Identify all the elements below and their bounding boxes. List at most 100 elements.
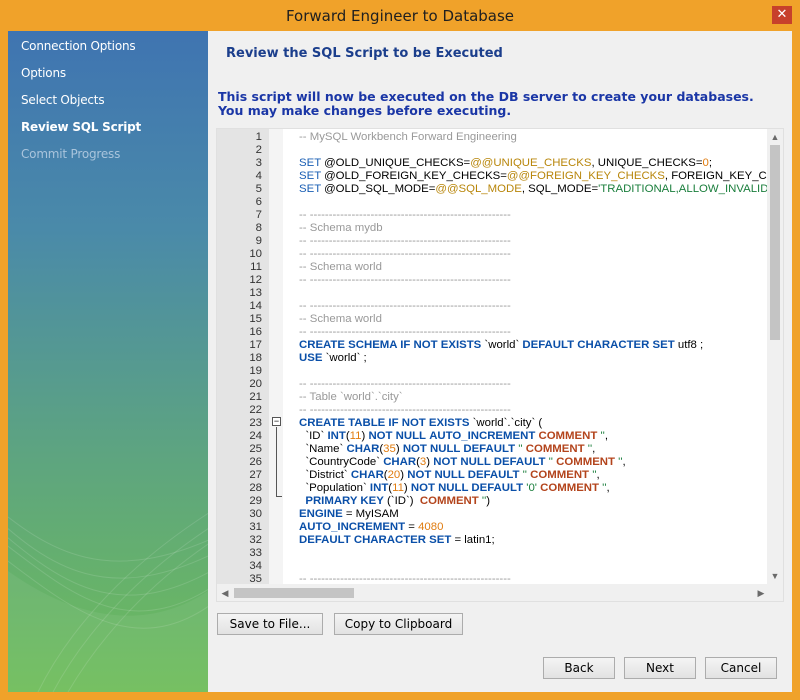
code-text: -- MySQL Workbench Forward Engineering <box>299 131 517 143</box>
code-line: 28 `Population` INT(11) NOT NULL DEFAULT… <box>217 482 769 495</box>
code-line: 15 -- Schema world <box>217 313 769 326</box>
code-line: 35 -- -----------------------------------… <box>217 573 769 584</box>
line-number: 20 <box>249 378 262 390</box>
line-number: 24 <box>249 430 262 442</box>
code-line: 10 -- -----------------------------------… <box>217 248 769 261</box>
code-text: USE `world` ; <box>299 352 367 364</box>
step-connection-options: Connection Options <box>21 39 136 53</box>
scrollbar-corner <box>767 584 783 601</box>
code-text: -- -------------------------------------… <box>299 248 511 260</box>
line-number: 16 <box>249 326 262 338</box>
close-button[interactable]: ✕ <box>772 6 792 24</box>
code-line: 5 SET @OLD_SQL_MODE=@@SQL_MODE, SQL_MODE=… <box>217 183 769 196</box>
line-number: 15 <box>249 313 262 325</box>
code-line: 21 -- Table `world`.`city` <box>217 391 769 404</box>
code-line: 17 CREATE SCHEMA IF NOT EXISTS `world` DE… <box>217 339 769 352</box>
code-line: 30 ENGINE = MyISAM <box>217 508 769 521</box>
cancel-button[interactable]: Cancel <box>705 657 777 679</box>
code-text: `CountryCode` CHAR(3) NOT NULL DEFAULT '… <box>299 456 626 468</box>
dialog-window: Forward Engineer to Database ✕ Connectio… <box>0 0 800 700</box>
code-text: SET @OLD_FOREIGN_KEY_CHECKS=@@FOREIGN_KE… <box>299 170 769 182</box>
code-line: 33 <box>217 547 769 560</box>
code-line: 26 `CountryCode` CHAR(3) NOT NULL DEFAUL… <box>217 456 769 469</box>
step-options: Options <box>21 66 66 80</box>
line-number: 2 <box>255 144 262 156</box>
back-button[interactable]: Back <box>543 657 615 679</box>
code-line: 24 `ID` INT(11) NOT NULL AUTO_INCREMENT … <box>217 430 769 443</box>
code-line: 27 `District` CHAR(20) NOT NULL DEFAULT … <box>217 469 769 482</box>
line-number: 28 <box>249 482 262 494</box>
line-number: 6 <box>255 196 262 208</box>
code-line: 16 -- -----------------------------------… <box>217 326 769 339</box>
description-line-2: You may make changes before executing. <box>218 103 512 118</box>
code-line: 22 -- -----------------------------------… <box>217 404 769 417</box>
code-text: DEFAULT CHARACTER SET = latin1; <box>299 534 495 546</box>
line-number: 1 <box>255 131 262 143</box>
code-text: -- Schema world <box>299 261 382 273</box>
line-number: 21 <box>249 391 262 403</box>
line-number: 22 <box>249 404 262 416</box>
code-line: 25 `Name` CHAR(35) NOT NULL DEFAULT '' C… <box>217 443 769 456</box>
dialog-client-area: Connection Options Options Select Object… <box>8 31 792 692</box>
line-number: 14 <box>249 300 262 312</box>
code-text: -- -------------------------------------… <box>299 573 511 584</box>
window-title: Forward Engineer to Database <box>285 7 515 25</box>
code-line: 20 -- -----------------------------------… <box>217 378 769 391</box>
vertical-scroll-thumb[interactable] <box>770 145 780 340</box>
code-text: ENGINE = MyISAM <box>299 508 399 520</box>
code-text: -- -------------------------------------… <box>299 378 511 390</box>
code-line: 8 -- Schema mydb <box>217 222 769 235</box>
code-text: -- -------------------------------------… <box>299 274 511 286</box>
code-line: 29 PRIMARY KEY (`ID`) COMMENT '') <box>217 495 769 508</box>
code-line: 19 <box>217 365 769 378</box>
code-line: 31 AUTO_INCREMENT = 4080 <box>217 521 769 534</box>
title-bar[interactable]: Forward Engineer to Database ✕ <box>0 0 800 31</box>
code-area[interactable]: 1 -- MySQL Workbench Forward Engineering 2… <box>217 129 769 584</box>
code-line: 14 -- -----------------------------------… <box>217 300 769 313</box>
code-line: 13 <box>217 287 769 300</box>
line-number: 4 <box>255 170 262 182</box>
line-number: 10 <box>249 248 262 260</box>
line-number: 9 <box>255 235 262 247</box>
main-panel: Review the SQL Script to be Executed Thi… <box>208 31 792 692</box>
code-text: `Name` CHAR(35) NOT NULL DEFAULT '' COMM… <box>299 443 596 455</box>
code-text: -- Schema mydb <box>299 222 383 234</box>
scroll-up-icon[interactable]: ▲ <box>767 129 783 145</box>
line-number: 35 <box>249 573 262 584</box>
code-line: 34 <box>217 560 769 573</box>
code-line: 6 <box>217 196 769 209</box>
code-text: -- -------------------------------------… <box>299 404 511 416</box>
code-text: CREATE TABLE IF NOT EXISTS `world`.`city… <box>299 417 543 429</box>
fold-toggle-icon[interactable]: − <box>272 417 281 426</box>
code-line: 32 DEFAULT CHARACTER SET = latin1; <box>217 534 769 547</box>
line-number: 27 <box>249 469 262 481</box>
code-line: 1 -- MySQL Workbench Forward Engineering <box>217 131 769 144</box>
scroll-down-icon[interactable]: ▼ <box>767 568 783 584</box>
line-number: 19 <box>249 365 262 377</box>
line-number: 5 <box>255 183 262 195</box>
code-text: AUTO_INCREMENT = 4080 <box>299 521 444 533</box>
code-text: -- Table `world`.`city` <box>299 391 403 403</box>
sql-script-editor[interactable]: 1 -- MySQL Workbench Forward Engineering 2… <box>216 128 784 602</box>
code-text: -- -------------------------------------… <box>299 209 511 221</box>
code-line: 12 -- -----------------------------------… <box>217 274 769 287</box>
horizontal-scroll-thumb[interactable] <box>234 588 354 598</box>
line-number: 34 <box>249 560 262 572</box>
copy-to-clipboard-button[interactable]: Copy to Clipboard <box>334 613 463 635</box>
line-number: 12 <box>249 274 262 286</box>
vertical-scrollbar[interactable]: ▲ ▼ <box>767 129 783 584</box>
scroll-left-icon[interactable]: ◀ <box>217 584 233 601</box>
step-select-objects: Select Objects <box>21 93 105 107</box>
step-review-sql-script: Review SQL Script <box>21 120 142 134</box>
code-line: 7 -- ------------------------------------… <box>217 209 769 222</box>
wizard-steps-sidebar: Connection Options Options Select Object… <box>8 31 208 692</box>
save-to-file-button[interactable]: Save to File... <box>217 613 323 635</box>
code-line: 11 -- Schema world <box>217 261 769 274</box>
line-number: 18 <box>249 352 262 364</box>
description-line-1: This script will now be executed on the … <box>218 89 754 104</box>
code-line: 23 CREATE TABLE IF NOT EXISTS `world`.`ci… <box>217 417 769 430</box>
horizontal-scrollbar[interactable]: ◀ ▶ <box>217 584 769 601</box>
next-button[interactable]: Next <box>624 657 696 679</box>
line-number: 7 <box>255 209 262 221</box>
line-number: 32 <box>249 534 262 546</box>
